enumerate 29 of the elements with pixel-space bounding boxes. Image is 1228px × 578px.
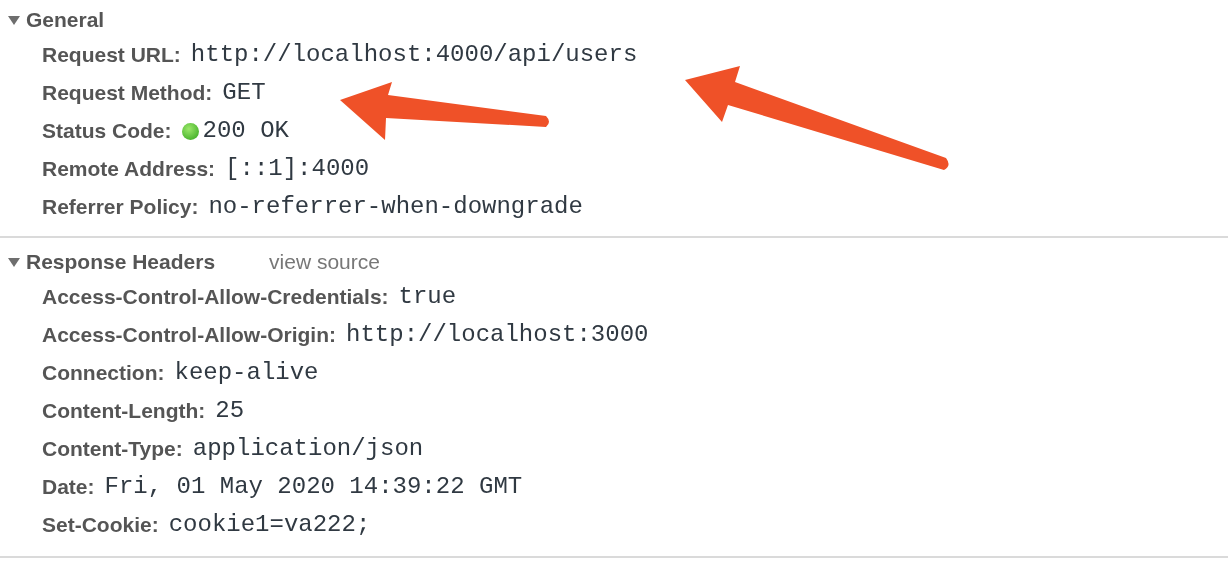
header-value: http://localhost:4000/api/users [190,40,638,70]
header-value: keep-alive [174,358,319,388]
header-name: Content-Type: [42,436,183,463]
header-value: [::1]:4000 [225,154,370,184]
header-value: true [398,282,457,312]
header-value: no-referrer-when-downgrade [208,192,583,222]
header-value: GET [222,78,266,108]
collapse-triangle-icon[interactable] [8,257,20,267]
header-name: Remote Address: [42,156,216,183]
view-source-link[interactable]: view source [269,246,380,278]
header-value: 200 OK [202,116,289,146]
header-value: 25 [215,396,245,426]
header-name: Access-Control-Allow-Origin: [42,322,336,349]
header-name: Referrer Policy: [42,194,199,221]
header-name: Access-Control-Allow-Credentials: [42,284,389,311]
header-value: http://localhost:3000 [346,320,649,350]
header-name: Request Method: [42,80,213,107]
section-title[interactable]: Response Headers [26,246,216,278]
header-value: cookie1=va222; [168,510,371,540]
header-name: Status Code: [42,118,172,145]
header-name: Connection: [42,360,165,387]
header-name: Set-Cookie: [42,512,159,539]
header-name: Request URL: [42,42,181,69]
header-value: Fri, 01 May 2020 14:39:22 GMT [104,472,523,502]
header-name: Date: [42,474,95,501]
header-name: Content-Length: [42,398,206,425]
header-value: application/json [192,434,424,464]
section-title[interactable]: General [26,4,105,36]
collapse-triangle-icon[interactable] [8,15,20,25]
